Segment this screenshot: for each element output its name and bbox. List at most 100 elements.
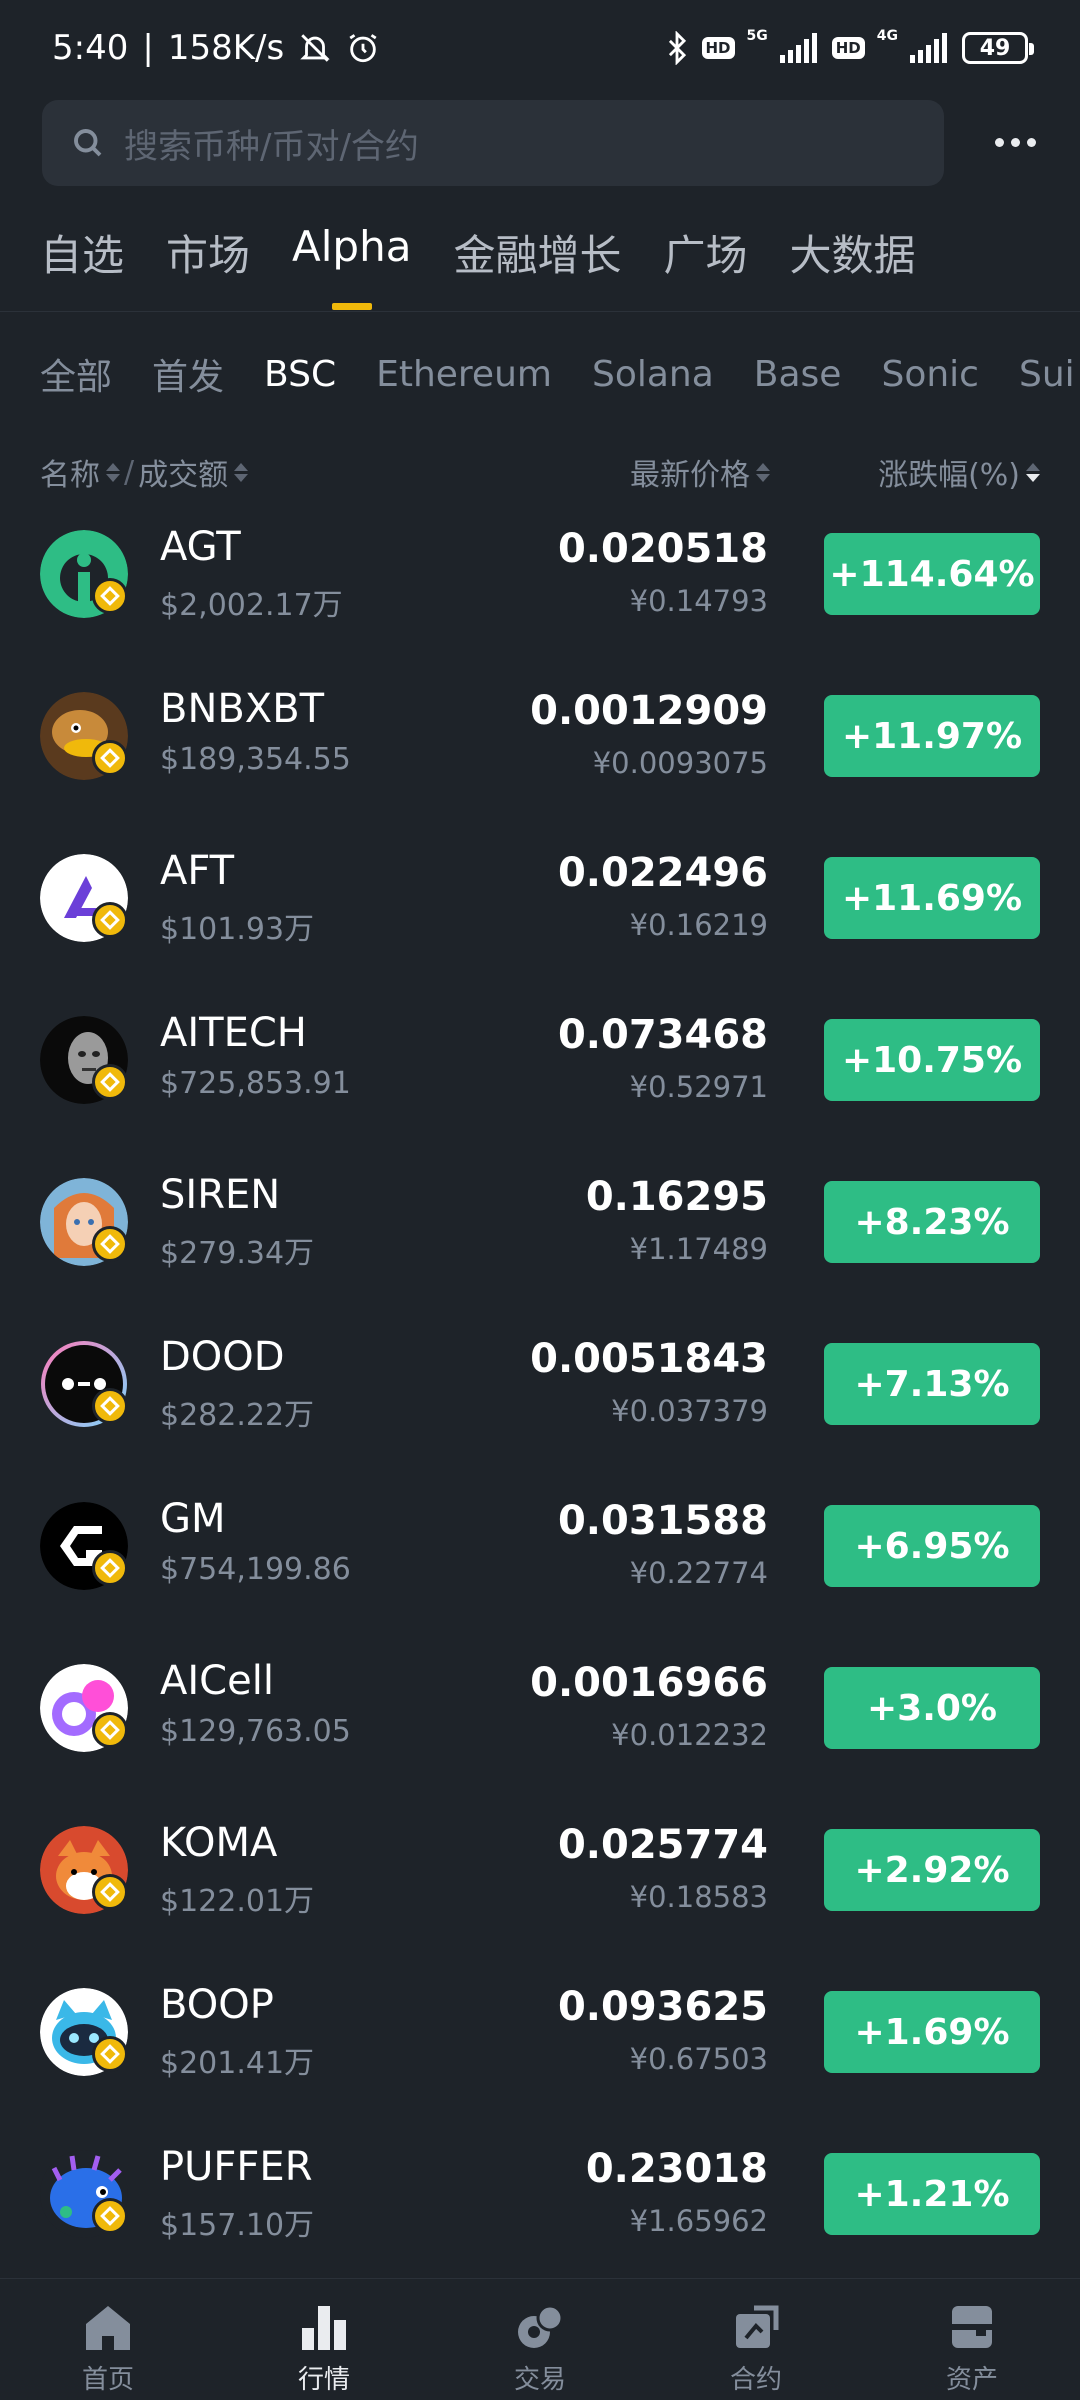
column-headers: 名称 / 成交额 最新价格 涨跌幅(%) <box>0 450 1080 498</box>
filter-bsc[interactable]: BSC <box>264 354 336 395</box>
nav-assets[interactable]: 资产 <box>864 2279 1080 2400</box>
sort-change[interactable]: 涨跌幅(%) <box>878 450 1040 494</box>
bnb-chain-icon <box>92 1064 128 1100</box>
change-badge[interactable]: +6.95% <box>824 1505 1040 1587</box>
coin-volume: $157.10万 <box>160 2208 315 2243</box>
alarm-icon <box>349 34 377 63</box>
coin-volume: $101.93万 <box>160 912 315 947</box>
change-badge[interactable]: +114.64% <box>824 533 1040 615</box>
coin-row[interactable]: GM $754,199.86 0.031588 ¥0.22774 +6.95% <box>0 1492 1080 1654</box>
coin-symbol: GM <box>160 1496 226 1542</box>
coin-price: 0.0016966 <box>530 1660 768 1706</box>
nav-trade[interactable]: 交易 <box>432 2279 648 2400</box>
tab-big-data[interactable]: 大数据 <box>789 222 915 310</box>
coin-row[interactable]: BOOP $201.41万 0.093625 ¥0.67503 +1.69% <box>0 1978 1080 2140</box>
filter-ethereum[interactable]: Ethereum <box>376 354 552 395</box>
battery-icon: 49 <box>962 32 1034 64</box>
tab-market[interactable]: 市场 <box>166 222 250 310</box>
coin-symbol: PUFFER <box>160 2144 313 2190</box>
coin-price-cny: ¥0.52971 <box>629 1070 768 1104</box>
more-menu-icon[interactable] <box>985 122 1045 162</box>
sort-price[interactable]: 最新价格 <box>630 450 770 494</box>
filter-base[interactable]: Base <box>754 354 842 395</box>
status-bar: 5:40 | 158K/s HD 5G HD 4G 49 <box>0 0 1080 96</box>
bnb-chain-icon <box>92 1388 128 1424</box>
coin-row[interactable]: AITECH $725,853.91 0.073468 ¥0.52971 +10… <box>0 1006 1080 1168</box>
coin-price: 0.073468 <box>557 1012 768 1058</box>
change-badge[interactable]: +11.69% <box>824 857 1040 939</box>
sort-icon <box>756 462 770 482</box>
change-badge[interactable]: +1.69% <box>824 1991 1040 2073</box>
trade-icon <box>514 2301 566 2353</box>
nav-futures[interactable]: 合约 <box>648 2279 864 2400</box>
search-input[interactable]: 搜索币种/币对/合约 <box>42 100 944 186</box>
filter-sonic[interactable]: Sonic <box>881 354 979 395</box>
chain-filter-tabs: 全部 首发 BSC Ethereum Solana Base Sonic Sui <box>0 348 1080 400</box>
sort-name-volume[interactable]: 名称 / 成交额 <box>40 450 249 494</box>
nav-home[interactable]: 首页 <box>0 2279 216 2400</box>
coin-symbol: DOOD <box>160 1334 285 1380</box>
hd-badge-2: HD <box>831 37 865 59</box>
change-badge[interactable]: +2.92% <box>824 1829 1040 1911</box>
tab-alpha[interactable]: Alpha <box>292 222 411 310</box>
change-badge[interactable]: +3.0% <box>824 1667 1040 1749</box>
markets-icon <box>298 2301 350 2353</box>
sort-icon <box>234 462 249 482</box>
column-separator: / <box>124 454 135 490</box>
nav-label: 行情 <box>297 2365 350 2395</box>
nav-label: 合约 <box>729 2365 782 2395</box>
coin-price-cny: ¥0.22774 <box>629 1556 768 1590</box>
network-type-5g: 5G <box>746 28 768 44</box>
coin-price-cny: ¥1.17489 <box>629 1232 768 1266</box>
filter-all[interactable]: 全部 <box>40 348 112 400</box>
tab-earn[interactable]: 金融增长 <box>453 222 621 310</box>
change-badge[interactable]: +8.23% <box>824 1181 1040 1263</box>
markets-screen: 5:40 | 158K/s HD 5G HD 4G 49 搜索币种/币对/合约 … <box>0 0 1080 2400</box>
tab-favorites[interactable]: 自选 <box>40 222 124 310</box>
coin-volume: $129,763.05 <box>160 1714 351 1749</box>
coin-symbol: AFT <box>160 848 235 894</box>
search-row: 搜索币种/币对/合约 <box>0 100 1080 186</box>
coin-symbol: BNBXBT <box>160 686 325 732</box>
main-tabs: 自选 市场 Alpha 金融增长 广场 大数据 <box>0 222 1080 312</box>
nav-label: 交易 <box>513 2365 566 2395</box>
coin-symbol: BOOP <box>160 1982 274 2028</box>
coin-row[interactable]: AGT $2,002.17万 0.020518 ¥0.14793 +114.64… <box>0 520 1080 682</box>
change-badge[interactable]: +10.75% <box>824 1019 1040 1101</box>
network-speed: 158K/s <box>167 28 285 68</box>
bluetooth-icon <box>668 31 686 65</box>
nav-label: 首页 <box>81 2365 134 2395</box>
bnb-chain-icon <box>92 1712 128 1748</box>
futures-icon <box>730 2301 782 2353</box>
bnb-chain-icon <box>92 902 128 938</box>
coin-row[interactable]: SIREN $279.34万 0.16295 ¥1.17489 +8.23% <box>0 1168 1080 1330</box>
bnb-chain-icon <box>92 578 128 614</box>
bnb-chain-icon <box>92 740 128 776</box>
change-badge[interactable]: +11.97% <box>824 695 1040 777</box>
coin-row[interactable]: DOOD $282.22万 0.0051843 ¥0.037379 +7.13% <box>0 1330 1080 1492</box>
coin-row[interactable]: AFT $101.93万 0.022496 ¥0.16219 +11.69% <box>0 844 1080 1006</box>
home-icon <box>82 2301 134 2353</box>
coin-row[interactable]: AICell $129,763.05 0.0016966 ¥0.012232 +… <box>0 1654 1080 1816</box>
change-badge[interactable]: +1.21% <box>824 2153 1040 2235</box>
coin-row[interactable]: BNBXBT $189,354.55 0.0012909 ¥0.0093075 … <box>0 682 1080 844</box>
filter-sui[interactable]: Sui <box>1019 354 1075 395</box>
coin-symbol: KOMA <box>160 1820 278 1866</box>
mute-icon <box>300 34 330 62</box>
clock: 5:40 <box>52 28 129 68</box>
nav-label: 资产 <box>945 2365 998 2395</box>
bnb-chain-icon <box>92 2198 128 2234</box>
coin-row[interactable]: KOMA $122.01万 0.025774 ¥0.18583 +2.92% <box>0 1816 1080 1978</box>
coin-price-cny: ¥0.18583 <box>629 1880 768 1914</box>
filter-solana[interactable]: Solana <box>592 354 714 395</box>
coin-price-cny: ¥0.16219 <box>629 908 768 942</box>
nav-markets[interactable]: 行情 <box>216 2279 432 2400</box>
tab-square[interactable]: 广场 <box>663 222 747 310</box>
sort-icon <box>106 462 120 482</box>
coin-price-cny: ¥0.0093075 <box>592 746 768 780</box>
coin-price-cny: ¥0.012232 <box>611 1718 768 1752</box>
bnb-chain-icon <box>92 1550 128 1586</box>
filter-launch[interactable]: 首发 <box>152 348 224 400</box>
coin-price: 0.0012909 <box>530 688 768 734</box>
change-badge[interactable]: +7.13% <box>824 1343 1040 1425</box>
